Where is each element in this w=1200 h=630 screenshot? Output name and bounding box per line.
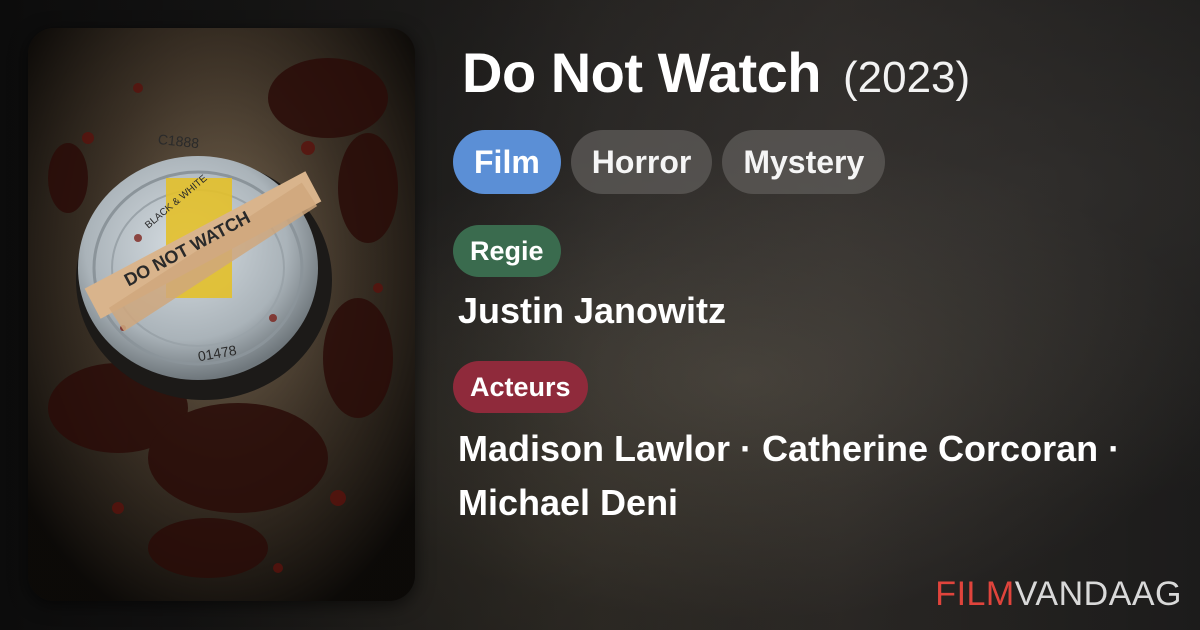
genre-chip-film[interactable]: Film [453, 130, 561, 194]
brand-logo: FILMVANDAAG [935, 575, 1182, 614]
movie-poster: C1888 01478 DO NOT WATCH BLACK & WHITE [28, 28, 415, 601]
title-row: Do Not Watch (2023) [462, 40, 970, 105]
director-label: Regie [453, 225, 561, 277]
genre-chips: Film Horror Mystery [453, 130, 886, 194]
genre-chip-horror[interactable]: Horror [570, 130, 713, 194]
cast-list-line-1[interactable]: Madison Lawlor · Catherine Corcoran · [458, 428, 1120, 470]
brand-logo-part-film: FILM [935, 575, 1015, 613]
director-name[interactable]: Justin Janowitz [458, 290, 726, 332]
movie-title: Do Not Watch [462, 41, 821, 104]
genre-chip-mystery[interactable]: Mystery [722, 130, 886, 194]
movie-year: (2023) [842, 53, 971, 102]
cast-list-line-2[interactable]: Michael Deni [458, 482, 678, 524]
poster-artwork: C1888 01478 DO NOT WATCH BLACK & WHITE [28, 28, 415, 601]
brand-logo-part-vandaag: VANDAAG [1014, 575, 1182, 613]
cast-label: Acteurs [453, 361, 588, 413]
